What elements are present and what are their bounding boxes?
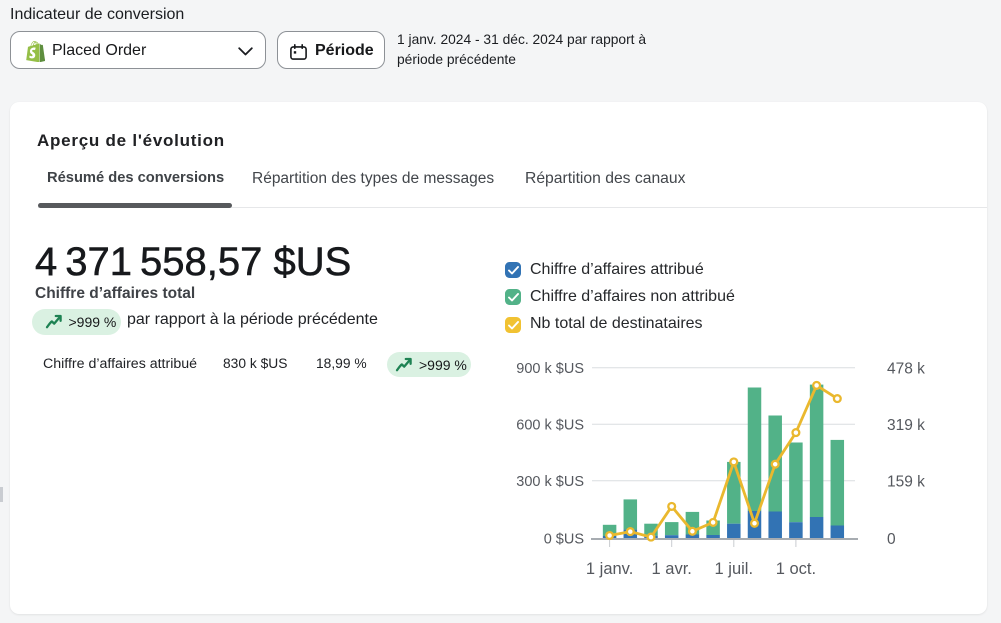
svg-text:300 k $US: 300 k $US (516, 474, 584, 490)
svg-text:1 oct.: 1 oct. (776, 560, 816, 578)
svg-text:0: 0 (887, 531, 896, 548)
svg-text:0 $US: 0 $US (544, 532, 584, 548)
svg-text:1 juil.: 1 juil. (715, 560, 754, 578)
svg-text:159 k: 159 k (887, 473, 925, 490)
svg-text:319 k: 319 k (887, 417, 925, 434)
svg-text:478 k: 478 k (887, 360, 925, 377)
svg-text:1 avr.: 1 avr. (652, 560, 692, 578)
svg-text:1 janv.: 1 janv. (586, 560, 633, 578)
svg-text:600 k $US: 600 k $US (516, 417, 584, 433)
svg-text:900 k $US: 900 k $US (516, 361, 584, 377)
